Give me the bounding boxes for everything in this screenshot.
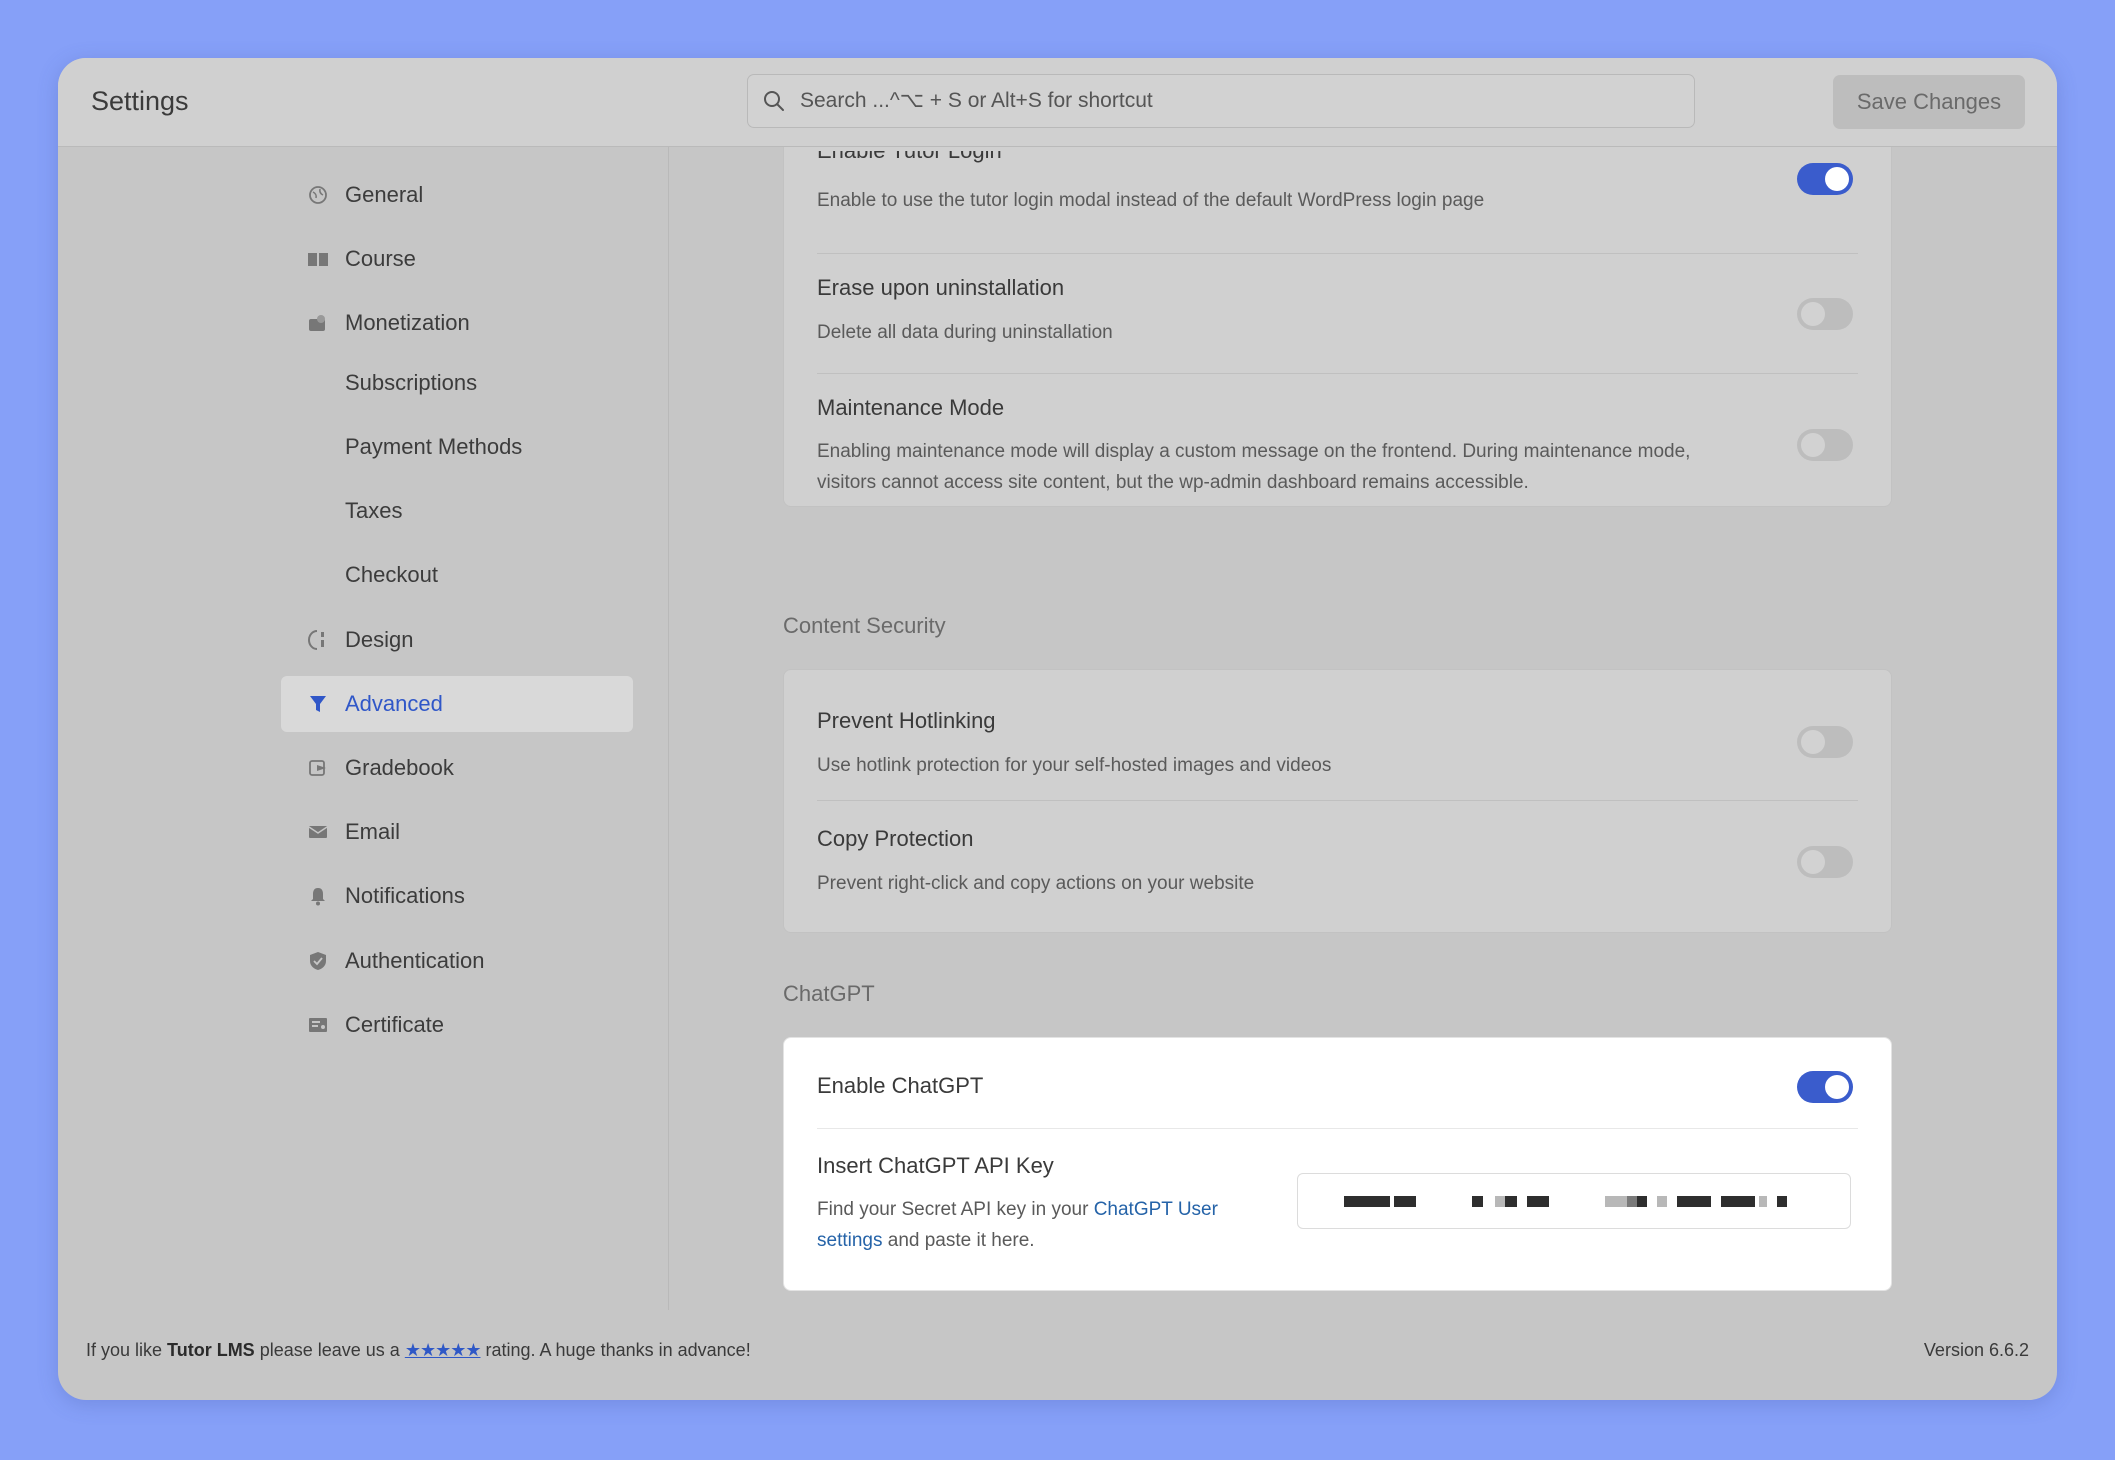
money-icon [307, 312, 329, 334]
gradebook-icon [307, 757, 329, 779]
chatgpt-settings-link-cont[interactable]: settings [817, 1230, 882, 1251]
setting-description: Use hotlink protection for your self-hos… [817, 755, 1332, 776]
maintenance-mode-toggle[interactable] [1797, 429, 1853, 461]
setting-description: Find your Secret API key in your ChatGPT… [817, 1199, 1218, 1251]
palette-icon [307, 629, 329, 651]
chatgpt-card: Enable ChatGPT Insert ChatGPT API Key Fi… [783, 1037, 1892, 1291]
section-label-content-security: Content Security [783, 613, 946, 638]
setting-row-prevent-hotlinking: Prevent Hotlinking Use hotlink protectio… [817, 670, 1858, 801]
sidebar-item-notifications[interactable]: Notifications [281, 868, 633, 924]
setting-title: Prevent Hotlinking [817, 708, 996, 733]
filter-icon [307, 693, 329, 715]
settings-window: Settings Save Changes General Course Mon… [58, 58, 2057, 1400]
sidebar-item-subscriptions[interactable]: Subscriptions [281, 355, 633, 411]
sidebar-item-certificate[interactable]: Certificate [281, 997, 633, 1053]
top-bar: Settings Save Changes [58, 58, 2057, 147]
sidebar-item-authentication[interactable]: Authentication [281, 933, 633, 989]
book-icon [307, 248, 329, 270]
footer: If you like Tutor LMS please leave us a … [58, 1310, 2057, 1400]
sidebar-item-general[interactable]: General [281, 167, 633, 223]
sidebar-item-course[interactable]: Course [281, 231, 633, 287]
search-icon [764, 91, 784, 111]
version-label: Version 6.6.2 [1923, 1340, 2029, 1360]
setting-title: Insert ChatGPT API Key [817, 1153, 1054, 1178]
envelope-icon [307, 821, 329, 843]
shield-icon [307, 950, 329, 972]
setting-description: Prevent right-click and copy actions on … [817, 873, 1255, 894]
enable-chatgpt-toggle[interactable] [1797, 1071, 1853, 1103]
section-label-chatgpt: ChatGPT [783, 981, 875, 1006]
sidebar: General Course Monetization Subscription… [58, 147, 669, 1310]
setting-title: Copy Protection [817, 826, 974, 851]
sidebar-item-gradebook[interactable]: Gradebook [281, 740, 633, 796]
sidebar-item-design[interactable]: Design [281, 612, 633, 668]
setting-description: Delete all data during uninstallation [817, 322, 1113, 343]
tutor-login-toggle[interactable] [1797, 163, 1853, 195]
save-changes-button[interactable]: Save Changes [1833, 75, 2025, 129]
api-key-input[interactable] [1297, 1173, 1851, 1229]
setting-title: Erase upon uninstallation [817, 275, 1065, 300]
erase-uninstall-toggle[interactable] [1797, 298, 1853, 330]
sidebar-item-monetization[interactable]: Monetization [281, 295, 633, 351]
chatgpt-settings-link[interactable]: ChatGPT User [1094, 1199, 1218, 1220]
globe-icon [307, 184, 329, 206]
setting-title: Enable ChatGPT [817, 1073, 984, 1098]
setting-row-enable-chatgpt: Enable ChatGPT [817, 1038, 1858, 1129]
page-title: Settings [91, 86, 189, 116]
setting-title: Enable Tutor Login [817, 147, 1002, 163]
setting-row-tutor-login: Enable Tutor Login Enable to use the tut… [817, 147, 1858, 254]
search-box[interactable] [747, 74, 1695, 128]
bell-icon [307, 885, 329, 907]
rating-stars-link[interactable]: ★★★★★ [405, 1340, 482, 1360]
sidebar-item-advanced[interactable]: Advanced [281, 676, 633, 732]
setting-row-maintenance-mode: Maintenance Mode Enabling maintenance mo… [817, 373, 1858, 508]
sidebar-item-payment-methods[interactable]: Payment Methods [281, 419, 633, 475]
search-input[interactable] [798, 88, 1682, 114]
prevent-hotlinking-toggle[interactable] [1797, 726, 1853, 758]
setting-description: Enable to use the tutor login modal inst… [817, 190, 1485, 211]
advanced-options-card: Enable Tutor Login Enable to use the tut… [783, 147, 1892, 507]
content-security-card: Prevent Hotlinking Use hotlink protectio… [783, 669, 1892, 933]
setting-description: Enabling maintenance mode will display a… [817, 441, 1691, 493]
certificate-icon [307, 1014, 329, 1036]
sidebar-item-checkout[interactable]: Checkout [281, 547, 633, 603]
copy-protection-toggle[interactable] [1797, 846, 1853, 878]
settings-content: Enable Tutor Login Enable to use the tut… [669, 147, 2057, 1310]
setting-row-erase-uninstall: Erase upon uninstallation Delete all dat… [817, 253, 1858, 374]
setting-row-api-key: Insert ChatGPT API Key Find your Secret … [817, 1128, 1858, 1292]
sidebar-item-email[interactable]: Email [281, 804, 633, 860]
sidebar-item-taxes[interactable]: Taxes [281, 483, 633, 539]
footer-rating-message: If you like Tutor LMS please leave us a … [86, 1340, 751, 1360]
setting-row-copy-protection: Copy Protection Prevent right-click and … [817, 800, 1858, 934]
setting-title: Maintenance Mode [817, 395, 1005, 420]
